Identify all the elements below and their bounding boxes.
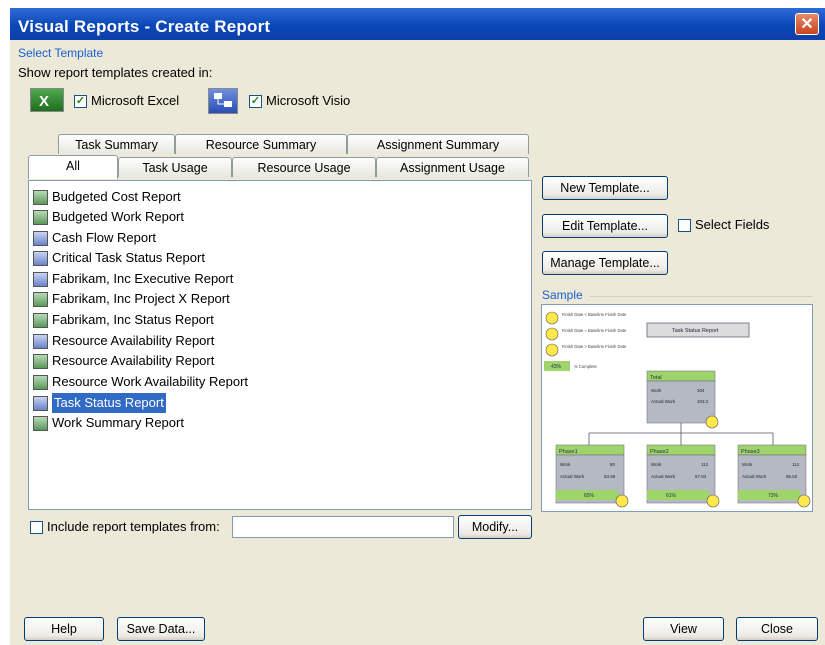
include-templates-label: Include report templates from:: [47, 519, 220, 534]
select-fields-label: Select Fields: [695, 217, 770, 232]
list-item[interactable]: Fabrikam, Inc Status Report: [33, 310, 214, 330]
svg-text:43%: 43%: [551, 364, 562, 370]
sample-phase3-node: Phase3 Work 112 Actual Work 85.52 73%: [737, 444, 811, 508]
svg-text:Actual Work: Actual Work: [560, 474, 585, 479]
excel-icon: [33, 209, 48, 225]
excel-checkbox-label: Microsoft Excel: [91, 93, 180, 108]
excel-checkbox[interactable]: ✓: [74, 95, 87, 108]
excel-icon: [33, 415, 48, 431]
svg-text:85.52: 85.52: [786, 474, 798, 479]
excel-icon: [33, 189, 48, 205]
svg-text:Finish Date > Baseline Finish: Finish Date > Baseline Finish Date: [562, 344, 627, 349]
include-templates-path-input[interactable]: [232, 516, 454, 538]
svg-text:Phase3: Phase3: [741, 449, 760, 455]
list-item[interactable]: Budgeted Work Report: [33, 207, 184, 227]
svg-text:112: 112: [792, 462, 800, 467]
svg-text:Actual Work: Actual Work: [651, 399, 676, 404]
sample-phase1-node: Phase1 Work 80 Actual Work 53.89 65%: [555, 444, 629, 508]
list-item[interactable]: Cash Flow Report: [33, 228, 156, 248]
svg-text:304: 304: [697, 388, 705, 393]
svg-text:Phase2: Phase2: [650, 449, 669, 455]
visio-icon: [33, 395, 48, 411]
save-data-button[interactable]: Save Data...: [117, 617, 205, 641]
edit-template-button[interactable]: Edit Template...: [542, 214, 668, 238]
list-item[interactable]: Fabrikam, Inc Executive Report: [33, 269, 233, 289]
excel-icon: [33, 353, 48, 369]
svg-text:Phase1: Phase1: [559, 449, 578, 455]
svg-text:Actual Work: Actual Work: [742, 474, 767, 479]
sample-total-node: Total Work 304 Actual Work 103.2: [646, 370, 719, 429]
visio-icon: [33, 333, 48, 349]
tab-task-usage[interactable]: Task Usage: [118, 157, 232, 177]
show-templates-label: Show report templates created in:: [18, 65, 213, 80]
svg-text:Finish Date = Baseline Finish: Finish Date = Baseline Finish Date: [562, 328, 627, 333]
view-button[interactable]: View: [643, 617, 724, 641]
excel-icon: X: [30, 88, 64, 112]
visio-icon: [33, 250, 48, 266]
tab-resource-usage[interactable]: Resource Usage: [232, 157, 376, 177]
svg-text:% Complete: % Complete: [574, 364, 597, 369]
svg-text:103.2: 103.2: [697, 399, 709, 404]
svg-text:61%: 61%: [666, 493, 677, 499]
svg-text:Work: Work: [651, 388, 662, 393]
list-item[interactable]: Work Summary Report: [33, 413, 184, 433]
sample-phase2-node: Phase2 Work 112 Actual Work 67.84 61%: [646, 444, 720, 508]
group-divider: [590, 296, 812, 297]
list-item[interactable]: Critical Task Status Report: [33, 248, 205, 268]
svg-text:65%: 65%: [584, 493, 595, 499]
svg-text:Finish Date < Baseline Finish: Finish Date < Baseline Finish Date: [562, 312, 627, 317]
report-template-list[interactable]: Budgeted Cost Report Budgeted Work Repor…: [28, 180, 532, 510]
include-templates-checkbox[interactable]: [30, 521, 43, 534]
window-title: Visual Reports - Create Report: [18, 17, 271, 36]
tab-assignment-usage[interactable]: Assignment Usage: [376, 157, 529, 177]
visio-checkbox[interactable]: ✓: [249, 95, 262, 108]
list-item[interactable]: Budgeted Cost Report: [33, 187, 181, 207]
svg-text:X: X: [39, 93, 49, 110]
tab-assignment-summary[interactable]: Assignment Summary: [347, 134, 529, 154]
svg-text:73%: 73%: [768, 493, 779, 499]
svg-text:Work: Work: [560, 462, 571, 467]
modify-button[interactable]: Modify...: [458, 515, 532, 539]
visio-icon: [33, 230, 48, 246]
excel-icon: [33, 374, 48, 390]
select-fields-checkbox[interactable]: [678, 219, 691, 232]
list-item[interactable]: Resource Work Availability Report: [33, 372, 248, 392]
svg-text:Task Status Report: Task Status Report: [672, 328, 719, 334]
select-template-label: Select Template: [18, 46, 104, 60]
sample-label: Sample: [542, 288, 583, 302]
svg-text:Work: Work: [742, 462, 753, 467]
sample-preview: Finish Date < Baseline Finish Date Finis…: [541, 304, 813, 512]
svg-text:Work: Work: [651, 462, 662, 467]
list-item[interactable]: Fabrikam, Inc Project X Report: [33, 289, 230, 309]
svg-text:80: 80: [610, 462, 616, 467]
svg-text:Actual Work: Actual Work: [651, 474, 676, 479]
visio-checkbox-label: Microsoft Visio: [266, 93, 351, 108]
new-template-button[interactable]: New Template...: [542, 176, 668, 200]
manage-template-button[interactable]: Manage Template...: [542, 251, 668, 275]
svg-text:67.84: 67.84: [695, 474, 707, 479]
tab-task-summary[interactable]: Task Summary: [58, 134, 175, 154]
list-item-selected[interactable]: Task Status Report: [33, 393, 166, 413]
svg-text:53.89: 53.89: [604, 474, 616, 479]
excel-icon: [33, 312, 48, 328]
list-item[interactable]: Resource Availability Report: [33, 351, 214, 371]
sample-legend: Finish Date < Baseline Finish Date Finis…: [544, 311, 627, 371]
svg-text:112: 112: [701, 462, 709, 467]
help-button[interactable]: Help: [24, 617, 104, 641]
close-window-button[interactable]: ✕: [795, 13, 819, 35]
visio-icon: [33, 271, 48, 287]
svg-text:Total: Total: [650, 375, 662, 381]
tab-resource-summary[interactable]: Resource Summary: [175, 134, 347, 154]
visio-icon: [208, 88, 238, 114]
close-button[interactable]: Close: [736, 617, 818, 641]
list-item[interactable]: Resource Availability Report: [33, 331, 214, 351]
excel-icon: [33, 291, 48, 307]
tab-all[interactable]: All: [28, 155, 118, 179]
